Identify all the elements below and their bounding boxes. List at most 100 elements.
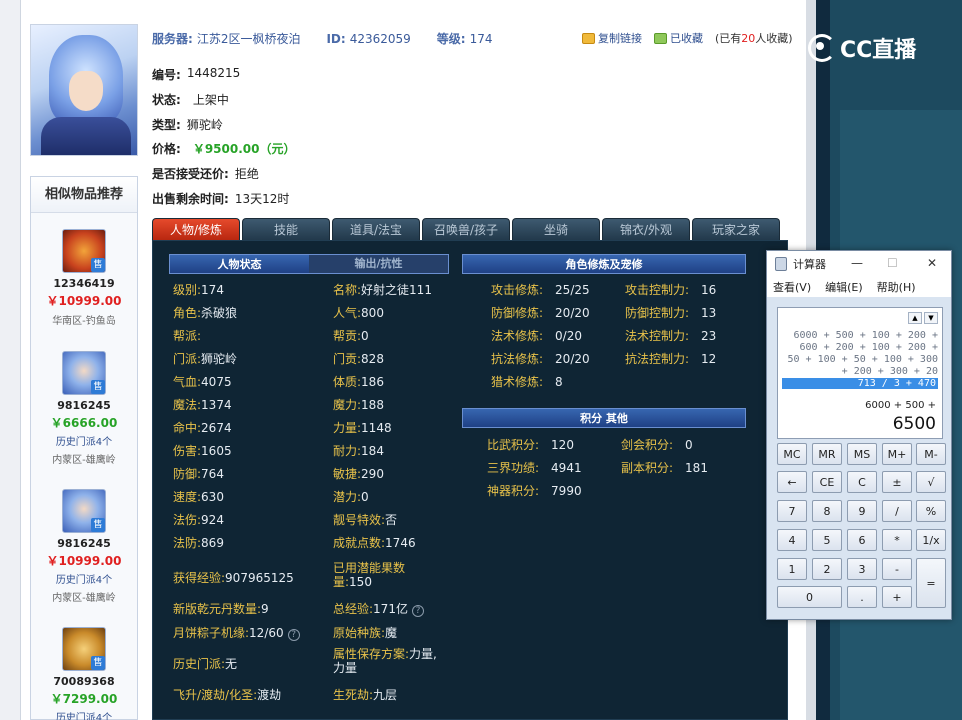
- menu-edit[interactable]: 编辑(E): [825, 279, 863, 295]
- calc-button[interactable]: =: [916, 558, 946, 608]
- history-up-icon[interactable]: ▲: [908, 312, 922, 324]
- character-detail-panel: 人物状态 输出/抗性 角色修炼及宠修 积分 其他 级别:174 角色:杀破狼 帮派:…: [152, 240, 788, 720]
- calculator-window: 计算器 — ☐ ✕ 查看(V) 编辑(E) 帮助(H) ▲ ▼ 6000 + 50…: [766, 250, 952, 620]
- stat-value: 907965125: [225, 571, 294, 585]
- tab-outfits[interactable]: 锦衣/外观: [602, 218, 690, 240]
- tab-home[interactable]: 玩家之家: [692, 218, 780, 240]
- calc-button[interactable]: 3: [847, 558, 877, 580]
- maximize-icon[interactable]: ☐: [887, 256, 898, 270]
- stat-label: 生死劫:: [333, 688, 374, 702]
- monkey-icon[interactable]: 售: [62, 229, 106, 273]
- stat-row: 属性保存方案:力量,力量: [333, 647, 441, 675]
- help-icon[interactable]: ?: [411, 605, 424, 617]
- info-price: 价格: ￥9500.00（元）: [152, 142, 296, 156]
- stat-row: 角色:杀破狼: [173, 304, 237, 321]
- calc-button[interactable]: MC: [777, 443, 807, 465]
- stat-label: 人气:: [333, 306, 362, 320]
- calc-button[interactable]: +: [882, 586, 912, 608]
- current-value: 6500: [892, 414, 936, 434]
- menu-help[interactable]: 帮助(H): [877, 279, 916, 295]
- stat-value: 0/20: [555, 329, 582, 343]
- calc-button[interactable]: C: [847, 471, 877, 493]
- calc-button[interactable]: M-: [916, 443, 946, 465]
- stat-row: 神器积分: 7990: [487, 482, 582, 499]
- lion-icon[interactable]: 售: [62, 627, 106, 671]
- calc-button[interactable]: CE: [812, 471, 842, 493]
- calc-button[interactable]: 1/x: [916, 529, 946, 551]
- close-icon[interactable]: ✕: [927, 256, 937, 270]
- stat-label: 帮贡:: [333, 329, 362, 343]
- stat-value: 8: [555, 375, 563, 389]
- calc-button[interactable]: 4: [777, 529, 807, 551]
- stat-label: 敏捷:: [333, 467, 362, 481]
- tab-skills[interactable]: 技能: [242, 218, 330, 240]
- stat-row: 防御控制力: 13: [625, 304, 716, 321]
- output-resist-tab[interactable]: 输出/抗性: [309, 255, 448, 273]
- calc-button[interactable]: /: [882, 500, 912, 522]
- calc-button[interactable]: 7: [777, 500, 807, 522]
- copy-link-button[interactable]: 复制链接: [582, 30, 642, 46]
- blue-hair-icon[interactable]: 售: [62, 351, 106, 395]
- stat-value: 1605: [201, 444, 232, 458]
- item-header: 服务器: 江苏2区一枫桥夜泊 ID: 42362059 等级: 174: [152, 30, 518, 47]
- menu-view[interactable]: 查看(V): [773, 279, 811, 295]
- history-line: 50 + 100 + 50 + 100 + 300: [787, 354, 938, 365]
- history-down-icon[interactable]: ▼: [924, 312, 938, 324]
- calc-button[interactable]: 2: [812, 558, 842, 580]
- calc-button[interactable]: √: [916, 471, 946, 493]
- stat-label: 防御修炼:: [491, 306, 544, 320]
- stat-label: 月饼粽子机缘:: [173, 626, 250, 640]
- stat-label: 法术修炼:: [491, 329, 544, 343]
- minimize-icon[interactable]: —: [851, 256, 863, 270]
- tab-pets[interactable]: 召唤兽/孩子: [422, 218, 510, 240]
- stat-value: 924: [201, 513, 224, 527]
- stat-value: 0: [361, 329, 369, 343]
- stat-value: 20/20: [555, 306, 590, 320]
- similar-items-title: 相似物品推荐: [31, 177, 137, 213]
- calc-button[interactable]: *: [882, 529, 912, 551]
- calc-button[interactable]: 9: [847, 500, 877, 522]
- tab-mounts[interactable]: 坐骑: [512, 218, 600, 240]
- stat-value: 狮驼岭: [201, 352, 238, 366]
- stat-value: 0: [361, 490, 369, 504]
- calc-button[interactable]: .: [847, 586, 877, 608]
- similar-items-sidebar: 相似物品推荐 售 12346419 ￥10999.00 华南区-钓鱼岛 售 98…: [30, 176, 138, 720]
- calc-button[interactable]: -: [882, 558, 912, 580]
- blue-hair-icon[interactable]: 售: [62, 489, 106, 533]
- tab-character[interactable]: 人物/修炼: [152, 218, 240, 240]
- calc-button[interactable]: ±: [882, 471, 912, 493]
- similar-item[interactable]: 售 70089368 ￥7299.00 历史门派4个: [31, 627, 137, 720]
- calc-button[interactable]: 0: [777, 586, 842, 608]
- stat-value: 1746: [385, 536, 416, 550]
- calc-button[interactable]: 5: [812, 529, 842, 551]
- calc-button[interactable]: M+: [882, 443, 912, 465]
- similar-item[interactable]: 售 9816245 ￥6666.00 历史门派4个 内蒙区-雄鹰岭: [31, 351, 137, 466]
- calc-button[interactable]: MS: [847, 443, 877, 465]
- stat-label: 潜力:: [333, 490, 362, 504]
- history-line-selected[interactable]: 713 / 3 + 470: [782, 378, 938, 389]
- stat-row: 门贡:828: [333, 350, 384, 367]
- calc-button[interactable]: %: [916, 500, 946, 522]
- stat-label: 法防:: [173, 536, 202, 550]
- help-icon[interactable]: ?: [287, 629, 300, 641]
- similar-item[interactable]: 售 12346419 ￥10999.00 华南区-钓鱼岛: [31, 229, 137, 327]
- stat-label: 门派:: [173, 352, 202, 366]
- similar-item[interactable]: 售 9816245 ￥10999.00 历史门派4个 内蒙区-雄鹰岭: [31, 489, 137, 604]
- stat-label: 门贡:: [333, 352, 362, 366]
- calc-button[interactable]: MR: [812, 443, 842, 465]
- calc-button[interactable]: 8: [812, 500, 842, 522]
- stat-row: 伤害:1605: [173, 442, 232, 459]
- stat-label: 剑会积分:: [621, 438, 674, 452]
- stat-label: 攻击修炼:: [491, 283, 544, 297]
- copy-link-label: 复制链接: [598, 32, 642, 45]
- stat-row: 月饼粽子机缘:12/60?: [173, 624, 300, 641]
- logo-text: CC直播: [840, 38, 917, 63]
- calc-button[interactable]: ←: [777, 471, 807, 493]
- info-remaining-time: 出售剩余时间: 13天12时: [152, 192, 290, 206]
- calc-button[interactable]: 6: [847, 529, 877, 551]
- char-status-tab[interactable]: 人物状态: [170, 256, 309, 272]
- stat-value: 150: [349, 575, 372, 589]
- calc-button[interactable]: 1: [777, 558, 807, 580]
- favorite-button[interactable]: 已收藏: [654, 30, 703, 46]
- tab-items[interactable]: 道具/法宝: [332, 218, 420, 240]
